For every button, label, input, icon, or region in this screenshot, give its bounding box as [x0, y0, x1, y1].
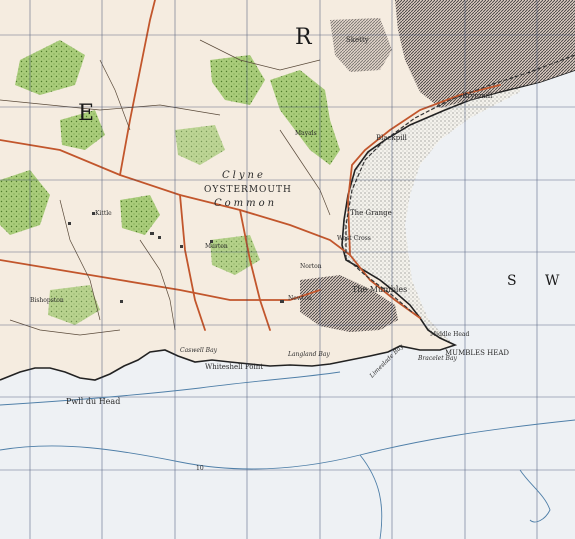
- label-the-mumbles[interactable]: The Mumbles: [352, 285, 407, 294]
- label-letter-e: E: [78, 101, 94, 126]
- label-brynmill[interactable]: Brynmill: [462, 92, 493, 100]
- label-caswell-bay[interactable]: Caswell Bay: [180, 347, 218, 354]
- label-common[interactable]: Common: [214, 198, 277, 209]
- label-bishopston[interactable]: Bishopston: [30, 297, 64, 304]
- label-murton[interactable]: Murton: [205, 243, 228, 250]
- label-langland-bay[interactable]: Langland Bay: [287, 351, 330, 358]
- label-west-cross[interactable]: West Cross: [337, 235, 371, 242]
- label-kittle[interactable]: Kittle: [95, 210, 112, 217]
- label-bracelet-bay[interactable]: Bracelet Bay: [417, 355, 458, 362]
- label-letter-r: R: [295, 25, 313, 50]
- label-contour-10: 10: [196, 465, 204, 472]
- label-mayals[interactable]: Mayals: [295, 130, 317, 137]
- label-middle-head[interactable]: Middle Head: [430, 331, 469, 338]
- map-container[interactable]: R E OYSTERMOUTH Clyne Common The Mumbles…: [0, 0, 575, 539]
- label-sea-w: W: [545, 273, 560, 289]
- label-clyne[interactable]: Clyne: [222, 170, 266, 181]
- label-oystermouth[interactable]: OYSTERMOUTH: [204, 185, 292, 195]
- label-sketty[interactable]: Sketty: [346, 36, 369, 44]
- label-blackpill[interactable]: Blackpill: [376, 134, 408, 142]
- label-sea-s: S: [507, 273, 517, 289]
- label-whiteshell-point[interactable]: Whiteshell Point: [205, 363, 263, 371]
- label-the-grange[interactable]: The Grange: [350, 209, 392, 217]
- map-canvas[interactable]: R E OYSTERMOUTH Clyne Common The Mumbles…: [0, 0, 575, 539]
- label-norton[interactable]: Norton: [300, 263, 322, 270]
- label-newton[interactable]: Newton: [288, 295, 312, 302]
- label-pwll-du-head[interactable]: Pwll du Head: [66, 397, 120, 406]
